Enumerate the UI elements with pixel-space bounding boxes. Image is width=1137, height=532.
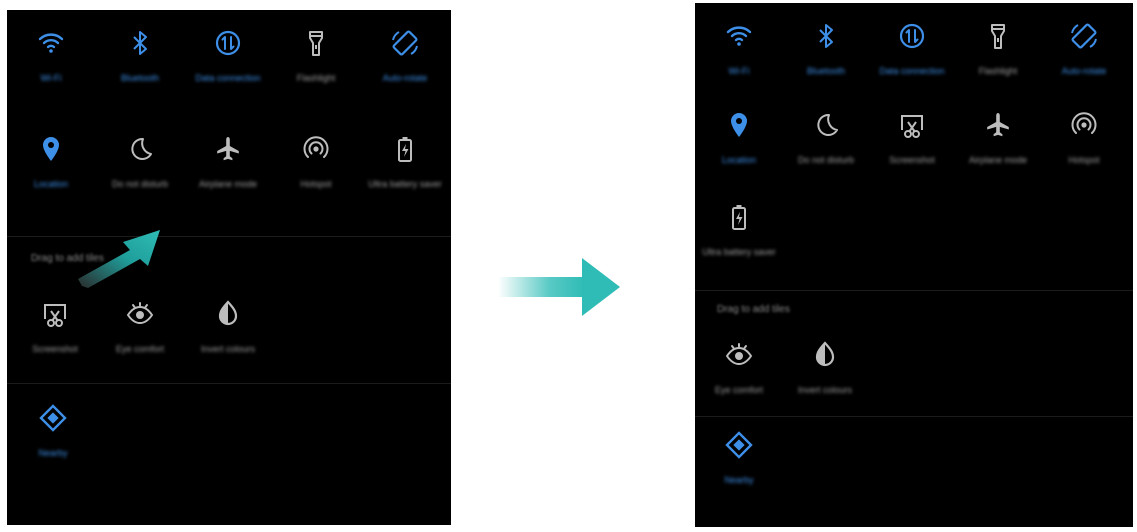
bluetooth-icon (123, 26, 157, 60)
tile-label: Bluetooth (806, 66, 846, 76)
tile-bluetooth[interactable]: Bluetooth (96, 26, 184, 85)
tile-screenshot[interactable]: Screenshot (868, 108, 956, 167)
invert-colors-icon (808, 338, 842, 372)
tile-label: Airplane mode (968, 155, 1028, 165)
airplane-icon (981, 108, 1015, 142)
tile-label: Invert colours (200, 344, 256, 354)
section-divider (695, 290, 1133, 291)
tile-label: Wi-Fi (40, 73, 62, 83)
nearby-icon (36, 401, 70, 435)
section-label: Drag to add tiles (717, 304, 790, 315)
tile-label: Invert colours (797, 385, 853, 395)
flashlight-icon (981, 19, 1015, 53)
tile-label: Airplane mode (198, 179, 258, 189)
tile-label: Hotspot (1068, 155, 1100, 165)
tile-label: Do not disturb (111, 179, 169, 189)
tile-screenshot[interactable]: Screenshot (11, 297, 99, 356)
transition-arrow-icon (498, 258, 620, 316)
tile-label: Location (721, 155, 757, 165)
data-connection-icon (895, 19, 929, 53)
tile-location[interactable]: Location (7, 132, 95, 191)
tile-flashlight[interactable]: Flashlight (272, 26, 360, 85)
tile-label: Auto-rotate (382, 73, 428, 83)
tile-label: Eye comfort (115, 344, 164, 354)
tile-bluetooth[interactable]: Bluetooth (782, 19, 870, 78)
nearby-icon (722, 428, 756, 462)
auto-rotate-icon (1067, 19, 1101, 53)
tile-label: Bluetooth (120, 73, 160, 83)
tile-eye[interactable]: Eye comfort (695, 338, 783, 397)
tile-label: Flashlight (296, 73, 336, 83)
location-icon (722, 108, 756, 142)
tile-invert-colors[interactable]: Invert colours (781, 338, 869, 397)
tile-hotspot[interactable]: Hotspot (1040, 108, 1128, 167)
flashlight-icon (299, 26, 333, 60)
tile-battery-saver[interactable]: Ultra battery saver (695, 200, 783, 259)
screenshot-icon (38, 297, 72, 331)
data-connection-icon (211, 26, 245, 60)
tile-label: Auto-rotate (1061, 66, 1107, 76)
tile-label: Nearby (724, 475, 754, 485)
tile-label: Do not disturb (797, 155, 855, 165)
tile-invert-colors[interactable]: Invert colours (184, 297, 272, 356)
moon-icon (809, 108, 843, 142)
tile-label: Hotspot (300, 179, 332, 189)
bluetooth-icon (809, 19, 843, 53)
tile-nearby[interactable]: Nearby (9, 401, 97, 460)
tile-moon[interactable]: Do not disturb (96, 132, 184, 191)
eye-icon (123, 297, 157, 331)
battery-saver-icon (722, 200, 756, 234)
tile-label: Flashlight (978, 66, 1018, 76)
eye-icon (722, 338, 756, 372)
tile-label: Screenshot (889, 155, 935, 165)
after-panel: Drag to add tiles Wi-Fi Bluetooth Data con… (695, 3, 1133, 527)
tile-nearby[interactable]: Nearby (695, 428, 783, 487)
hotspot-icon (1067, 108, 1101, 142)
drag-arrow-icon (78, 230, 160, 288)
tile-wifi[interactable]: Wi-Fi (7, 26, 95, 85)
tile-label: Ultra battery saver (368, 179, 442, 189)
invert-colors-icon (211, 297, 245, 331)
tile-auto-rotate[interactable]: Auto-rotate (361, 26, 449, 85)
section-divider (7, 383, 451, 384)
moon-icon (123, 132, 157, 166)
tile-label: Wi-Fi (728, 66, 750, 76)
tile-battery-saver[interactable]: Ultra battery saver (361, 132, 449, 191)
tile-auto-rotate[interactable]: Auto-rotate (1040, 19, 1128, 78)
hotspot-icon (299, 132, 333, 166)
tile-location[interactable]: Location (695, 108, 783, 167)
tile-wifi[interactable]: Wi-Fi (695, 19, 783, 78)
location-icon (34, 132, 68, 166)
tile-eye[interactable]: Eye comfort (96, 297, 184, 356)
before-panel: Drag to add tiles Wi-Fi Bluetooth Data con… (7, 10, 451, 525)
section-divider (695, 416, 1133, 417)
section-divider (7, 236, 451, 237)
tile-moon[interactable]: Do not disturb (782, 108, 870, 167)
tile-data-connection[interactable]: Data connection (868, 19, 956, 78)
tile-flashlight[interactable]: Flashlight (954, 19, 1042, 78)
airplane-icon (211, 132, 245, 166)
tile-data-connection[interactable]: Data connection (184, 26, 272, 85)
tile-label: Data connection (879, 66, 945, 76)
tile-airplane[interactable]: Airplane mode (954, 108, 1042, 167)
tile-label: Nearby (38, 448, 68, 458)
tile-hotspot[interactable]: Hotspot (272, 132, 360, 191)
auto-rotate-icon (388, 26, 422, 60)
wifi-icon (722, 19, 756, 53)
tile-airplane[interactable]: Airplane mode (184, 132, 272, 191)
battery-saver-icon (388, 132, 422, 166)
wifi-icon (34, 26, 68, 60)
tile-label: Screenshot (32, 344, 78, 354)
tile-label: Location (33, 179, 69, 189)
screenshot-icon (895, 108, 929, 142)
tile-label: Eye comfort (714, 385, 763, 395)
tile-label: Data connection (195, 73, 261, 83)
tile-label: Ultra battery saver (702, 247, 776, 257)
